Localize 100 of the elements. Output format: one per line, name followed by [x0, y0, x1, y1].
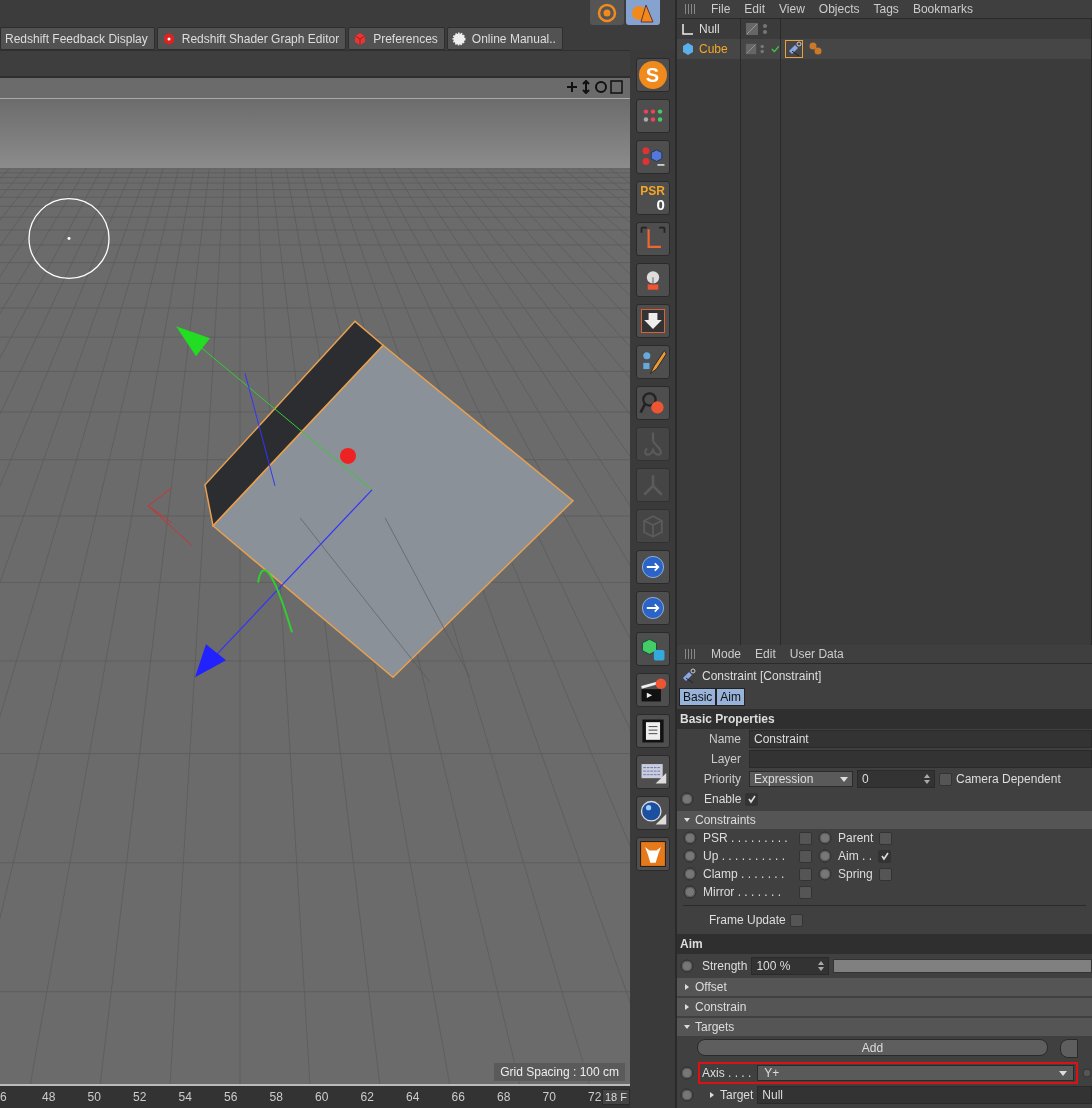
group-header[interactable]: Targets — [677, 1018, 1092, 1036]
command-tab[interactable]: Redshift Shader Graph Editor — [156, 27, 347, 50]
toolbar-button[interactable] — [635, 263, 670, 297]
menu-item[interactable]: Objects — [818, 2, 860, 16]
checkbox[interactable] — [799, 867, 812, 881]
keyframe-dot-icon[interactable] — [683, 867, 697, 881]
toolbar-button[interactable] — [635, 673, 670, 707]
menu-item[interactable]: Edit — [744, 2, 766, 16]
toolbar-button[interactable] — [635, 345, 670, 379]
view-navigation-icon[interactable] — [564, 80, 624, 94]
object-name[interactable]: Null — [699, 22, 720, 36]
attribute-tab[interactable]: Basic — [679, 688, 717, 706]
toolbar-button[interactable] — [635, 796, 670, 830]
keyframe-dot-icon[interactable] — [680, 1066, 694, 1080]
priority-number-field[interactable]: 0 — [857, 770, 935, 788]
checkbox[interactable] — [879, 831, 893, 845]
keyframe-dot-icon[interactable] — [680, 959, 694, 973]
section-heading: Basic Properties — [677, 709, 1092, 729]
command-tab[interactable]: Preferences — [348, 27, 445, 50]
cube-drawing[interactable] — [204, 320, 575, 683]
keyframe-dot-icon[interactable] — [818, 867, 832, 881]
cube-graph-icon — [161, 31, 176, 46]
checkbox[interactable] — [799, 885, 812, 899]
toolbar-button[interactable] — [635, 591, 670, 625]
keyframe-dot-icon[interactable] — [680, 792, 694, 806]
field-label: Target — [720, 1088, 754, 1102]
caret-icon — [840, 776, 848, 782]
pin-tag-icon[interactable] — [785, 40, 803, 58]
menu-item[interactable]: User Data — [789, 647, 844, 661]
enabled-check-icon[interactable] — [771, 44, 780, 54]
toolbar-button[interactable] — [635, 99, 670, 133]
expanded-triangle-icon[interactable] — [683, 816, 691, 824]
keyframe-dot-icon[interactable] — [680, 1088, 694, 1102]
collapsed-triangle-icon[interactable] — [683, 1003, 691, 1011]
menu-item[interactable]: Tags — [873, 2, 899, 16]
checkbox[interactable] — [799, 849, 812, 863]
menu-item[interactable]: Edit — [755, 647, 776, 661]
field-label: Axis . . . . — [702, 1066, 752, 1080]
frame-field[interactable]: 18 F — [602, 1089, 630, 1105]
toolbar-button[interactable]: PSR 0 — [635, 181, 670, 215]
menu-item[interactable]: Bookmarks — [912, 2, 973, 16]
viewport-canvas[interactable]: Grid Spacing : 100 cm — [0, 98, 630, 1084]
checkbox[interactable] — [878, 849, 891, 863]
toolbar-button[interactable] — [635, 714, 670, 748]
checkbox-label: Camera Dependent — [956, 772, 1061, 786]
checkbox[interactable] — [939, 772, 952, 786]
toolbar-button[interactable] — [635, 755, 670, 789]
spinner-arrows-icon[interactable] — [924, 774, 930, 784]
keyframe-dot-icon[interactable] — [683, 885, 697, 899]
remove-button[interactable] — [1060, 1039, 1078, 1058]
object-name[interactable]: Cube — [699, 42, 728, 56]
target-button[interactable] — [590, 0, 624, 25]
toolbar-button[interactable] — [635, 632, 670, 666]
toolbar-button[interactable] — [635, 550, 670, 584]
group-header[interactable]: Constrain — [677, 998, 1092, 1016]
shapes-button[interactable] — [626, 0, 660, 25]
z-axis-arrow[interactable] — [195, 372, 373, 678]
light-circle-icon[interactable] — [28, 198, 110, 280]
priority-dropdown[interactable]: Expression — [749, 771, 853, 787]
field-label: Layer — [709, 752, 742, 766]
menu-item[interactable]: Mode — [711, 647, 742, 661]
rotation-arc-icon[interactable] — [257, 569, 293, 634]
attribute-tab[interactable]: Aim — [716, 688, 745, 706]
frame-tick-label: 62 — [360, 1090, 374, 1104]
checkbox[interactable] — [878, 867, 892, 881]
cube-object-icon — [681, 42, 695, 56]
field-label: Frame Update — [709, 913, 786, 927]
gear-icon — [451, 31, 466, 46]
keyframe-dot-icon[interactable] — [1082, 1068, 1092, 1078]
collapsed-triangle-icon[interactable] — [683, 983, 691, 991]
checkbox[interactable] — [789, 913, 803, 927]
object-title: Constraint [Constraint] — [702, 669, 822, 683]
checkbox[interactable] — [745, 792, 759, 806]
axis-dropdown[interactable]: Y+ — [757, 1065, 1074, 1081]
constraint-label: Aim . . — [838, 849, 872, 863]
name-field[interactable]: Constraint — [749, 730, 1092, 748]
keyframe-dot-icon[interactable] — [818, 849, 832, 863]
strength-field[interactable]: 100 % — [751, 957, 830, 975]
x-axis-handle[interactable] — [147, 447, 356, 547]
spinner-arrows-icon[interactable] — [818, 961, 825, 971]
keyframe-dot-icon[interactable] — [683, 849, 697, 863]
keyframe-dot-icon[interactable] — [818, 831, 832, 845]
target-field[interactable]: Null — [757, 1086, 1092, 1104]
checkbox[interactable] — [799, 831, 812, 845]
collapsed-triangle-icon[interactable] — [708, 1091, 716, 1099]
frame-tick-label: 52 — [133, 1090, 147, 1104]
add-button[interactable]: Add — [697, 1039, 1048, 1056]
constraint-label: Spring — [838, 867, 873, 881]
y-axis-arrow[interactable] — [176, 326, 373, 491]
keyframe-dot-icon[interactable] — [683, 831, 697, 845]
strength-slider[interactable] — [834, 960, 1091, 972]
expanded-triangle-icon[interactable] — [683, 1023, 691, 1031]
group-header[interactable]: Offset — [677, 978, 1092, 996]
menu-item[interactable]: View — [779, 2, 805, 16]
command-tab[interactable]: Redshift Feedback Display — [0, 27, 155, 50]
command-tab[interactable]: Online Manual.. — [446, 27, 563, 50]
frame-tick-label: 50 — [87, 1090, 101, 1104]
toolbar-button[interactable] — [635, 304, 670, 338]
menu-item[interactable]: File — [711, 2, 731, 16]
group-header[interactable]: Constraints — [677, 811, 1092, 829]
